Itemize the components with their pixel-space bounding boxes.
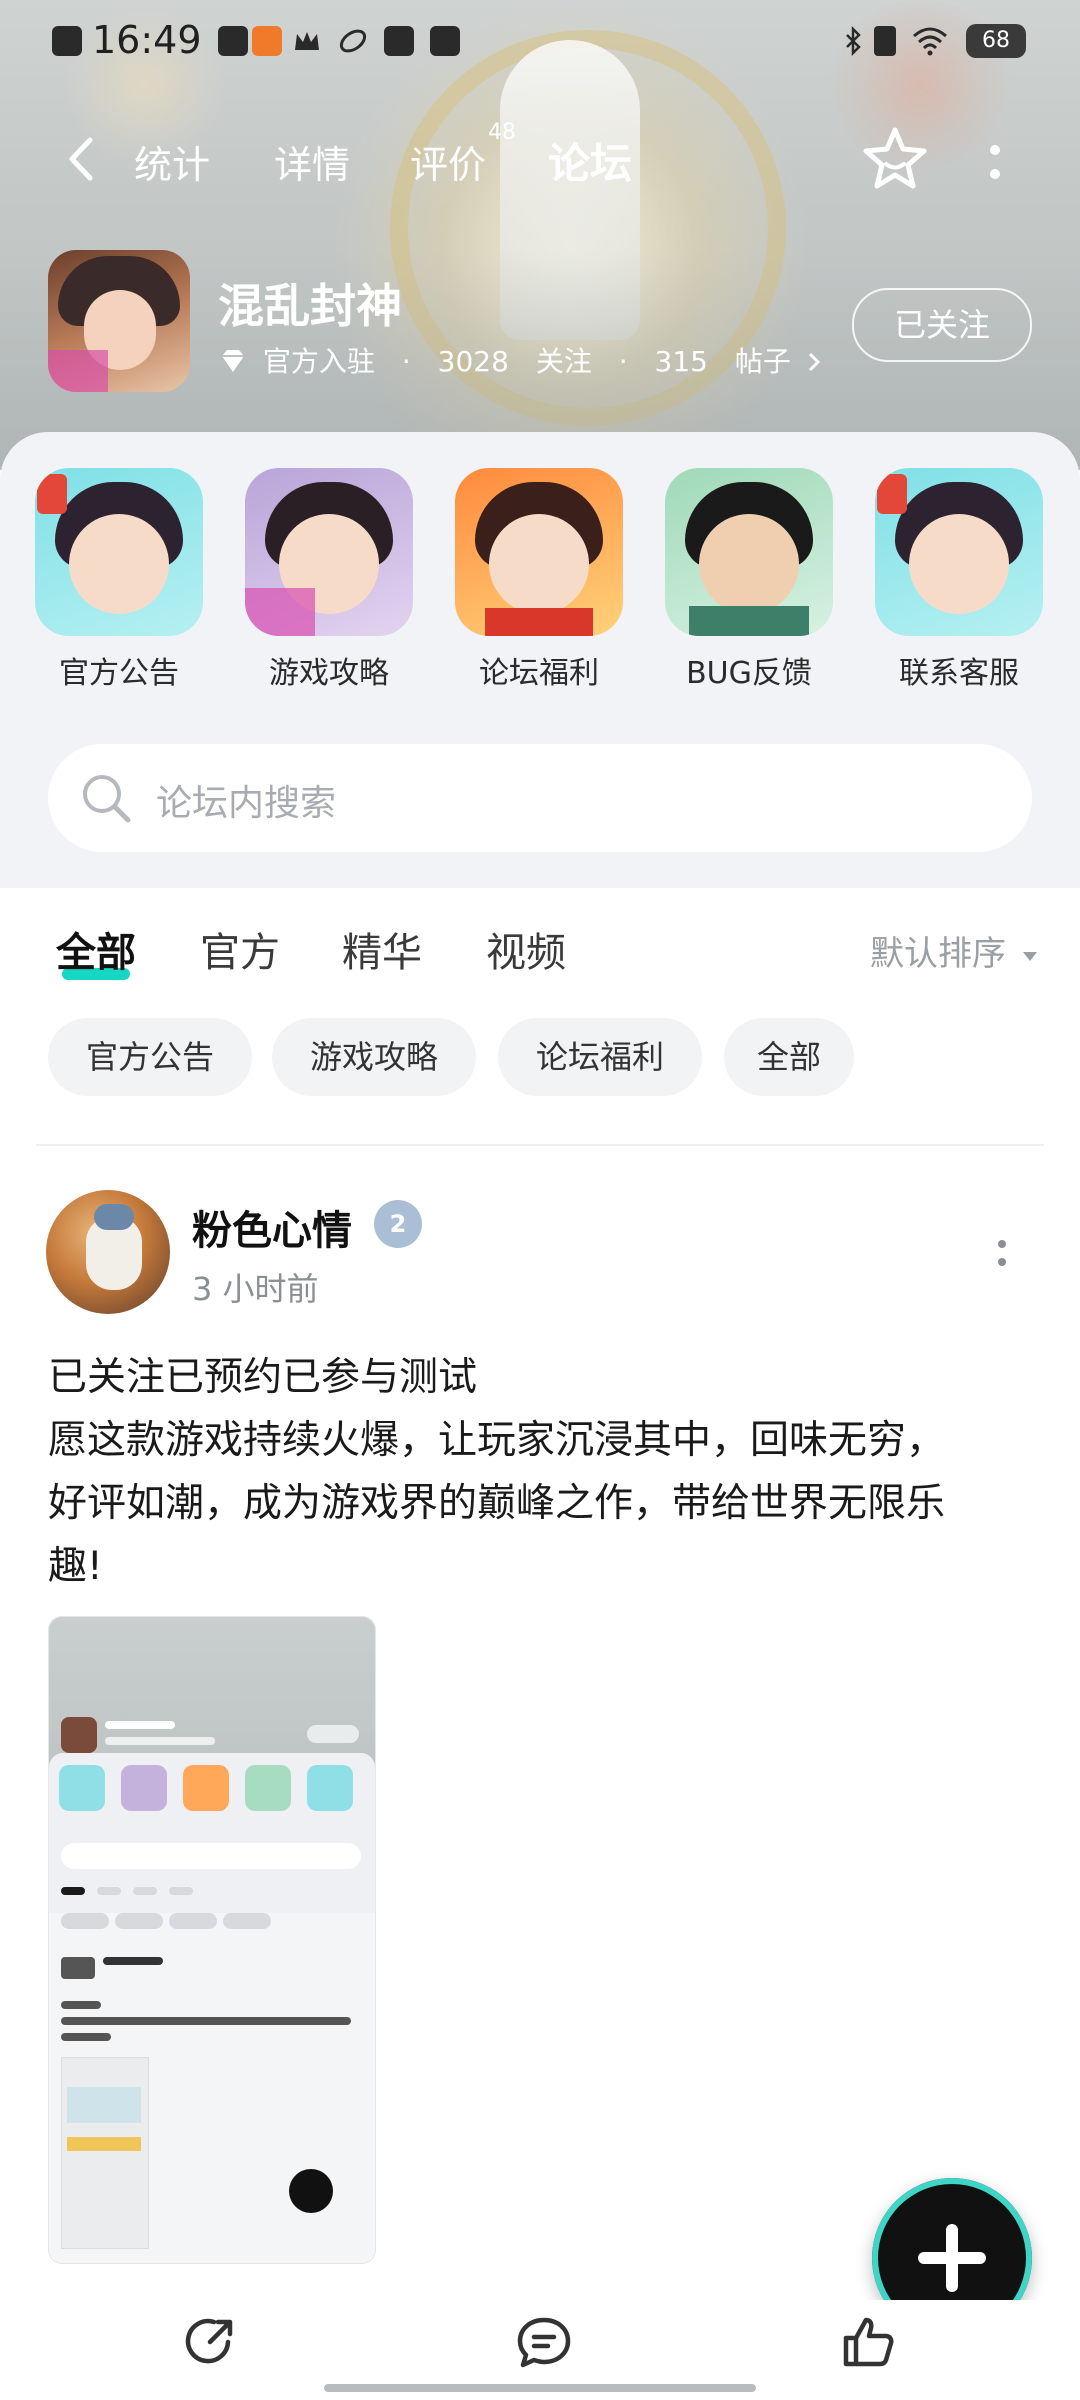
- follow-button[interactable]: 已关注: [852, 288, 1032, 362]
- video-app-icon: [218, 26, 248, 56]
- vibrate-icon: [874, 26, 896, 56]
- category-bug-report[interactable]: BUG反馈: [664, 468, 834, 692]
- category-support[interactable]: 联系客服: [874, 468, 1044, 692]
- category-guides[interactable]: 游戏攻略: [244, 468, 414, 692]
- post-body[interactable]: 已关注已预约已参与测试 愿这款游戏持续火爆，让玩家沉浸其中，回味无穷， 好评如潮…: [48, 1346, 1038, 1598]
- avatar[interactable]: [46, 1190, 170, 1314]
- official-label: 官方入驻: [262, 345, 375, 378]
- category-thumb: [455, 468, 623, 636]
- tab-details[interactable]: 详情: [274, 134, 350, 189]
- tab-forum[interactable]: 论坛: [548, 130, 632, 197]
- filter-tab-video[interactable]: 视频: [486, 920, 566, 978]
- post-line: 愿这款游戏持续火爆，让玩家沉浸其中，回味无穷，: [48, 1418, 946, 1463]
- category-thumb: [875, 468, 1043, 636]
- level-badge: 2: [374, 1200, 422, 1248]
- post-line: 好评如潮，成为游戏界的巅峰之作，带给世界无限乐: [48, 1481, 946, 1526]
- category-label: 论坛福利: [479, 656, 599, 691]
- category-label: 联系客服: [899, 656, 1019, 691]
- search-input[interactable]: 论坛内搜索: [48, 744, 1032, 852]
- filter-tab-featured[interactable]: 精华: [342, 920, 422, 978]
- status-time: 16:49: [92, 18, 202, 62]
- post-time: 3 小时前: [192, 1270, 319, 1308]
- category-label: 游戏攻略: [269, 656, 389, 691]
- wallet-icon: [384, 26, 414, 56]
- game-meta: 官方入驻 · 3028 关注 · 315 帖子: [218, 340, 822, 380]
- post-line: 趣!: [48, 1544, 103, 1589]
- star-icon[interactable]: [860, 124, 930, 194]
- search-icon: [78, 770, 134, 826]
- category-label: 官方公告: [59, 656, 179, 691]
- app-notification-icon: [252, 26, 282, 56]
- message-icon: [430, 26, 460, 56]
- sort-dropdown[interactable]: 默认排序: [870, 926, 1039, 975]
- share-icon[interactable]: [180, 2312, 240, 2372]
- status-bar: 16:49 68: [0, 0, 1080, 90]
- filter-tab-official[interactable]: 官方: [200, 920, 280, 978]
- category-thumb: [35, 468, 203, 636]
- crown-icon: [292, 26, 322, 56]
- filter-tab-all[interactable]: 全部: [56, 920, 136, 980]
- post-more-icon[interactable]: [994, 1234, 1010, 1274]
- chip-all[interactable]: 全部: [724, 1018, 854, 1096]
- game-avatar[interactable]: [48, 250, 190, 392]
- chevron-right-icon: [808, 352, 820, 372]
- chip-announcements[interactable]: 官方公告: [48, 1018, 252, 1096]
- leaf-icon: [338, 26, 368, 56]
- posts-label[interactable]: 帖子: [735, 345, 791, 378]
- notification-icon: [52, 26, 82, 56]
- more-options-icon[interactable]: [980, 138, 1010, 188]
- sort-label: 默认排序: [870, 934, 1006, 974]
- tab-stats[interactable]: 统计: [134, 134, 210, 189]
- category-announcements[interactable]: 官方公告: [34, 468, 204, 692]
- posts-count: 315: [654, 345, 708, 378]
- category-label: BUG反馈: [686, 656, 812, 691]
- category-panel: 官方公告 游戏攻略 论坛福利 BUG反馈 联系客服 论坛内搜索: [0, 432, 1080, 888]
- caret-down-icon: [1022, 952, 1037, 961]
- tab-reviews[interactable]: 评价: [410, 134, 486, 189]
- battery-indicator: 68: [966, 24, 1026, 58]
- like-icon[interactable]: [838, 2312, 898, 2372]
- back-icon[interactable]: [62, 134, 102, 184]
- category-thumb: [245, 468, 413, 636]
- wifi-icon: [912, 26, 947, 56]
- divider: [36, 1144, 1044, 1146]
- followers-label: 关注: [535, 345, 592, 378]
- home-indicator[interactable]: [324, 2384, 756, 2392]
- category-thumb: [665, 468, 833, 636]
- search-placeholder: 论坛内搜索: [156, 783, 337, 824]
- diamond-icon: [222, 350, 244, 372]
- top-navigation: 统计 详情 评价 48 论坛: [0, 120, 1080, 200]
- review-count-badge: 48: [488, 120, 516, 145]
- category-benefits[interactable]: 论坛福利: [454, 468, 624, 692]
- chip-benefits[interactable]: 论坛福利: [498, 1018, 702, 1096]
- comment-icon[interactable]: [514, 2312, 574, 2372]
- followers-count: 3028: [437, 345, 509, 378]
- post-author[interactable]: 粉色心情: [192, 1198, 352, 1256]
- bluetooth-icon: [838, 25, 868, 57]
- game-title: 混乱封神: [218, 279, 402, 333]
- chip-guides[interactable]: 游戏攻略: [272, 1018, 476, 1096]
- post-line: 已关注已预约已参与测试: [48, 1355, 478, 1400]
- post-image[interactable]: [48, 1616, 376, 2264]
